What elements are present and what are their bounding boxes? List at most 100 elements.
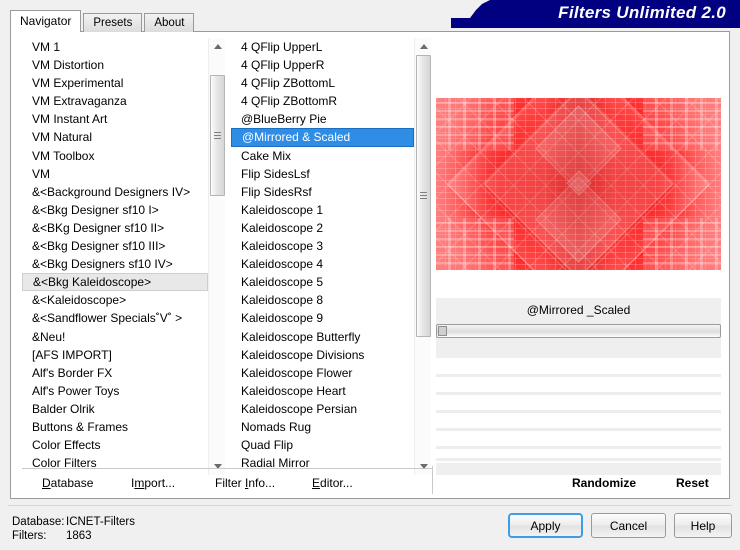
apply-button[interactable]: Apply	[508, 513, 583, 538]
category-item[interactable]: &<Bkg Designers sf10 IV>	[22, 255, 208, 273]
editor-button[interactable]: Editor...	[312, 476, 353, 490]
parameter-slider[interactable]	[436, 324, 721, 338]
category-item[interactable]: &<Bkg Designer sf10 III>	[22, 237, 208, 255]
filter-item[interactable]: Quad Flip	[231, 436, 414, 454]
filter-scroll-thumb[interactable]	[416, 55, 431, 338]
category-item[interactable]: VM Natural	[22, 128, 208, 146]
filter-item[interactable]: Radial Mirror	[231, 454, 414, 472]
category-item[interactable]: Alf's Power Toys	[22, 382, 208, 400]
scroll-up-icon[interactable]	[209, 38, 225, 55]
filter-info-button[interactable]: Filter Info...	[215, 476, 275, 490]
category-item[interactable]: Balder Olrik	[22, 400, 208, 418]
parameters-panel: @Mirrored _Scaled	[436, 298, 721, 475]
apply-button-label: Apply	[530, 518, 561, 533]
filter-item[interactable]: Kaleidoscope 4	[231, 255, 414, 273]
filter-item[interactable]: Kaleidoscope 3	[231, 237, 414, 255]
filter-item[interactable]: Kaleidoscope 9	[231, 309, 414, 327]
parameter-separator	[436, 410, 721, 413]
category-item[interactable]: VM Experimental	[22, 74, 208, 92]
status-bar: Database: ICNET-Filters Filters: 1863 Ap…	[8, 505, 732, 545]
filter-scrollbar[interactable]	[414, 38, 431, 475]
filter-item[interactable]: Kaleidoscope Butterfly	[231, 328, 414, 346]
help-button[interactable]: Help	[674, 513, 732, 538]
filter-item[interactable]: Nomads Rug	[231, 418, 414, 436]
tab-navigator-label: Navigator	[20, 14, 72, 28]
category-scroll-thumb[interactable]	[210, 75, 225, 197]
filter-item[interactable]: Cake Mix	[231, 147, 414, 165]
client-panel: VM 1 VM Distortion VM Experimental VM Extra…	[10, 31, 730, 499]
tab-presets[interactable]: Presets	[83, 13, 143, 32]
filter-info-button-rest: nfo...	[248, 476, 276, 490]
category-item[interactable]: VM Toolbox	[22, 147, 208, 165]
category-item[interactable]: Buttons & Frames	[22, 418, 208, 436]
filter-item[interactable]: @Mirrored & Scaled	[231, 128, 414, 147]
filter-item[interactable]: Flip SidesRsf	[231, 183, 414, 201]
category-item[interactable]: [AFS IMPORT]	[22, 346, 208, 364]
filter-item[interactable]: Kaleidoscope Heart	[231, 382, 414, 400]
filter-item[interactable]: Kaleidoscope 2	[231, 219, 414, 237]
parameter-separator	[436, 428, 721, 431]
category-item[interactable]: VM Instant Art	[22, 110, 208, 128]
parameter-separator	[436, 392, 721, 395]
preview-area	[436, 38, 721, 293]
category-item[interactable]: VM Distortion	[22, 56, 208, 74]
category-item[interactable]: VM Extravaganza	[22, 92, 208, 110]
scroll-grip-icon	[420, 192, 427, 200]
filter-preview[interactable]	[436, 98, 721, 270]
category-listbox[interactable]: VM 1 VM Distortion VM Experimental VM Extra…	[22, 38, 225, 475]
category-item[interactable]: Color Filters	[22, 454, 208, 472]
filter-item[interactable]: 4 QFlip UpperR	[231, 56, 414, 74]
strip-vertical-divider	[432, 466, 433, 494]
strip-divider	[22, 468, 432, 469]
category-item[interactable]: Alf's Border FX	[22, 364, 208, 382]
preview-vignette	[436, 98, 721, 270]
filter-item[interactable]: 4 QFlip ZBottomL	[231, 74, 414, 92]
category-item[interactable]: &Neu!	[22, 328, 208, 346]
filter-item[interactable]: Kaleidoscope Flower	[231, 364, 414, 382]
parameter-label: @Mirrored _Scaled	[526, 303, 631, 317]
category-item[interactable]: &<Background Designers IV>	[22, 183, 208, 201]
filter-item[interactable]: 4 QFlip UpperL	[231, 38, 414, 56]
scroll-up-icon[interactable]	[415, 38, 431, 55]
parameter-slider-thumb[interactable]	[438, 326, 447, 336]
filter-item[interactable]: Kaleidoscope Divisions	[231, 346, 414, 364]
parameter-row: @Mirrored _Scaled	[436, 298, 721, 358]
randomize-button[interactable]: Randomize	[572, 476, 636, 490]
import-button-rest: port...	[144, 476, 176, 490]
category-item[interactable]: &<Bkg Designer sf10 I>	[22, 201, 208, 219]
filter-listbox[interactable]: 4 QFlip UpperL 4 QFlip UpperR 4 QFlip ZBot…	[231, 38, 431, 475]
filter-item[interactable]: @BlueBerry Pie	[231, 110, 414, 128]
tab-presets-label: Presets	[93, 17, 133, 29]
scroll-down-icon[interactable]	[415, 458, 431, 475]
database-button[interactable]: Database	[42, 476, 93, 490]
category-item[interactable]: Color Effects	[22, 436, 208, 454]
tab-navigator[interactable]: Navigator	[10, 10, 82, 32]
category-item[interactable]: &<Kaleidoscope>	[22, 291, 208, 309]
tab-about[interactable]: About	[144, 13, 195, 32]
filter-item[interactable]: Kaleidoscope 5	[231, 273, 414, 291]
category-scrollbar[interactable]	[208, 38, 225, 475]
action-strip: Database Import... Filter Info... Editor…	[22, 466, 720, 494]
import-button[interactable]: Import...	[131, 476, 175, 490]
category-item[interactable]: VM	[22, 165, 208, 183]
database-button-rest: atabase	[50, 476, 94, 490]
category-list-items[interactable]: VM 1 VM Distortion VM Experimental VM Extra…	[22, 38, 208, 475]
cancel-button[interactable]: Cancel	[591, 513, 666, 538]
status-database-value: ICNET-Filters	[66, 516, 135, 528]
category-item[interactable]: &<BKg Designer sf10 II>	[22, 219, 208, 237]
status-filters-label: Filters:	[12, 530, 47, 542]
status-filters-value: 1863	[66, 530, 92, 542]
filter-item[interactable]: Kaleidoscope Persian	[231, 400, 414, 418]
reset-button[interactable]: Reset	[676, 476, 709, 490]
filter-item[interactable]: Flip SidesLsf	[231, 165, 414, 183]
scroll-down-icon[interactable]	[209, 458, 225, 475]
filter-item[interactable]: Kaleidoscope 8	[231, 291, 414, 309]
filter-item[interactable]: 4 QFlip ZBottomR	[231, 92, 414, 110]
category-item[interactable]: VM 1	[22, 38, 208, 56]
filter-item[interactable]: Kaleidoscope 1	[231, 201, 414, 219]
category-item[interactable]: &<Bkg Kaleidoscope>	[22, 273, 208, 292]
filter-list-items[interactable]: 4 QFlip UpperL 4 QFlip UpperR 4 QFlip ZBot…	[231, 38, 414, 475]
tab-about-label: About	[154, 17, 185, 29]
category-item[interactable]: &<Sandflower Specials˚V˚ >	[22, 309, 208, 327]
status-database-label: Database:	[12, 516, 65, 528]
